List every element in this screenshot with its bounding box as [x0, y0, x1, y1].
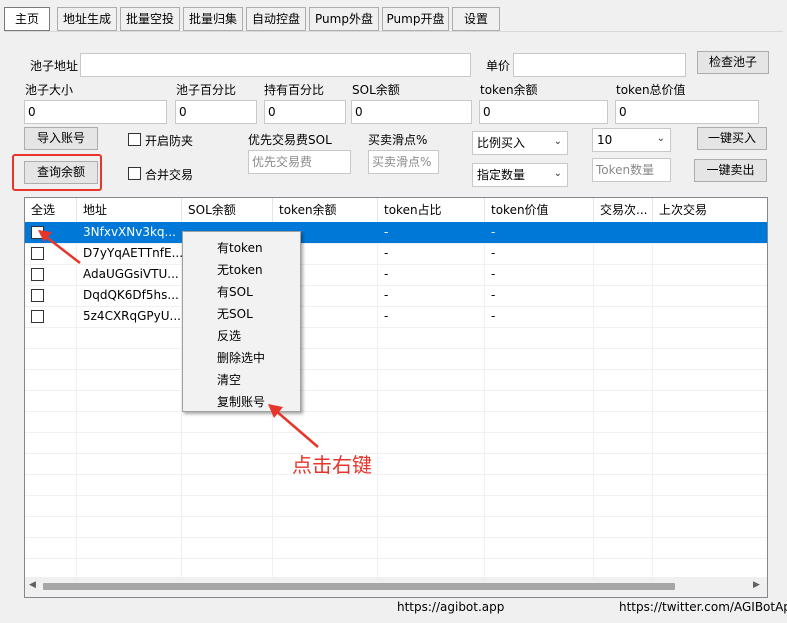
annotation-arrows — [38, 230, 319, 448]
arrow-to-menu — [274, 409, 319, 448]
status-twitter-link[interactable]: https://twitter.com/AGIBotAp — [619, 600, 787, 614]
status-website-link[interactable]: https://agibot.app — [397, 600, 504, 614]
annotation-label: 点击右键 — [292, 453, 372, 477]
arrow-to-checkbox — [44, 235, 81, 264]
